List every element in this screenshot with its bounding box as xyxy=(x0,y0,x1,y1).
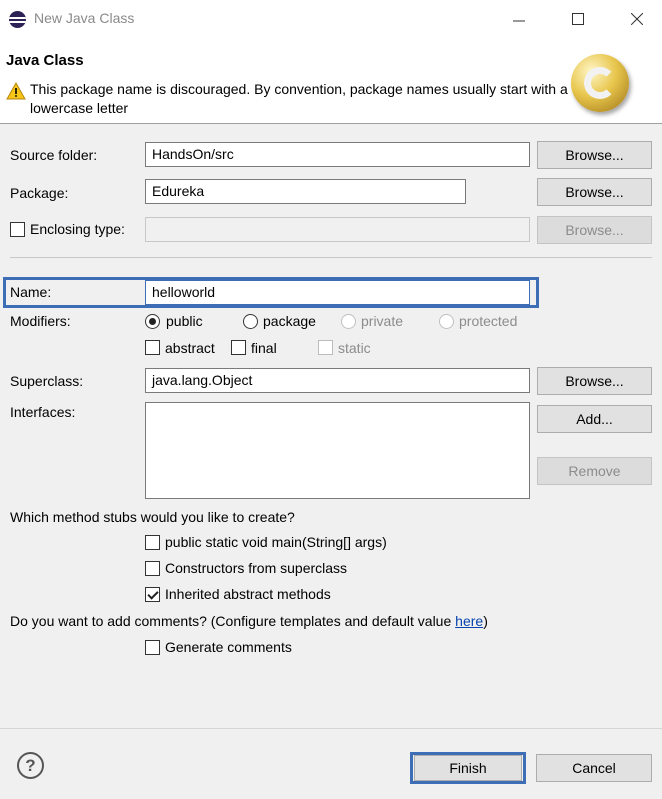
main-method-label: public static void main(String[] args) xyxy=(165,534,387,550)
finish-button[interactable]: Finish xyxy=(414,755,522,781)
main-method-checkbox[interactable] xyxy=(145,535,160,550)
private-radio xyxy=(341,314,356,329)
modifiers-label: Modifiers: xyxy=(10,313,71,329)
protected-radio-label: protected xyxy=(459,313,518,329)
superclass-browse-button[interactable]: Browse... xyxy=(537,367,652,395)
generate-comments-checkbox[interactable] xyxy=(145,640,160,655)
public-radio-label: public xyxy=(166,313,203,329)
warning-icon xyxy=(6,82,26,100)
superclass-field[interactable]: java.lang.Object xyxy=(145,368,530,393)
warning-message: This package name is discouraged. By con… xyxy=(30,81,568,116)
close-button[interactable] xyxy=(614,0,660,38)
name-field[interactable]: helloworld xyxy=(145,280,530,305)
inherited-abstract-checkbox[interactable] xyxy=(145,587,160,602)
close-icon xyxy=(631,13,643,25)
interfaces-list[interactable] xyxy=(145,402,530,499)
final-checkbox-label: final xyxy=(251,340,277,356)
source-folder-browse-button[interactable]: Browse... xyxy=(537,141,652,169)
constructors-checkbox[interactable] xyxy=(145,561,160,576)
generate-comments-label: Generate comments xyxy=(165,639,292,655)
final-checkbox[interactable] xyxy=(231,340,246,355)
abstract-checkbox[interactable] xyxy=(145,340,160,355)
minimize-icon xyxy=(513,20,525,22)
abstract-checkbox-label: abstract xyxy=(165,340,215,356)
comments-question: Do you want to add comments? (Configure … xyxy=(10,613,488,629)
static-checkbox-label: static xyxy=(338,340,371,356)
package-browse-button[interactable]: Browse... xyxy=(537,178,652,206)
package-label: Package: xyxy=(10,185,69,201)
separator xyxy=(10,257,652,258)
maximize-icon xyxy=(572,13,584,25)
cancel-button[interactable]: Cancel xyxy=(536,754,652,782)
source-folder-label: Source folder: xyxy=(10,147,98,163)
protected-radio xyxy=(439,314,454,329)
add-interface-button[interactable]: Add... xyxy=(537,405,652,433)
superclass-label: Superclass: xyxy=(10,373,84,389)
window-title: New Java Class xyxy=(34,10,135,26)
name-label: Name: xyxy=(10,284,52,300)
package-radio[interactable] xyxy=(243,314,258,329)
static-checkbox xyxy=(318,340,333,355)
comments-question-suffix: ) xyxy=(483,613,488,629)
public-radio[interactable] xyxy=(145,314,160,329)
method-stubs-question: Which method stubs would you like to cre… xyxy=(10,509,295,525)
maximize-button[interactable] xyxy=(555,0,601,38)
enclosing-type-field xyxy=(145,217,530,242)
page-title: Java Class xyxy=(6,52,84,69)
package-field[interactable]: Edureka xyxy=(145,179,466,204)
source-folder-field[interactable]: HandsOn/src xyxy=(145,142,530,167)
minimize-button[interactable] xyxy=(496,0,542,38)
enclosing-type-browse-button: Browse... xyxy=(537,216,652,244)
package-radio-label: package xyxy=(263,313,316,329)
eclipse-app-icon xyxy=(9,11,26,28)
comments-question-text: Do you want to add comments? (Configure … xyxy=(10,613,456,629)
remove-interface-button: Remove xyxy=(537,457,652,485)
java-class-logo-icon xyxy=(571,54,629,112)
interfaces-label: Interfaces: xyxy=(10,404,76,420)
footer-divider xyxy=(0,728,662,729)
enclosing-type-label: Enclosing type: xyxy=(30,221,125,237)
private-radio-label: private xyxy=(361,313,404,329)
configure-templates-link[interactable]: here xyxy=(455,613,483,629)
enclosing-type-checkbox[interactable] xyxy=(10,222,25,237)
constructors-label: Constructors from superclass xyxy=(165,560,348,576)
help-icon[interactable]: ? xyxy=(17,752,44,779)
inherited-abstract-label: Inherited abstract methods xyxy=(165,586,331,602)
